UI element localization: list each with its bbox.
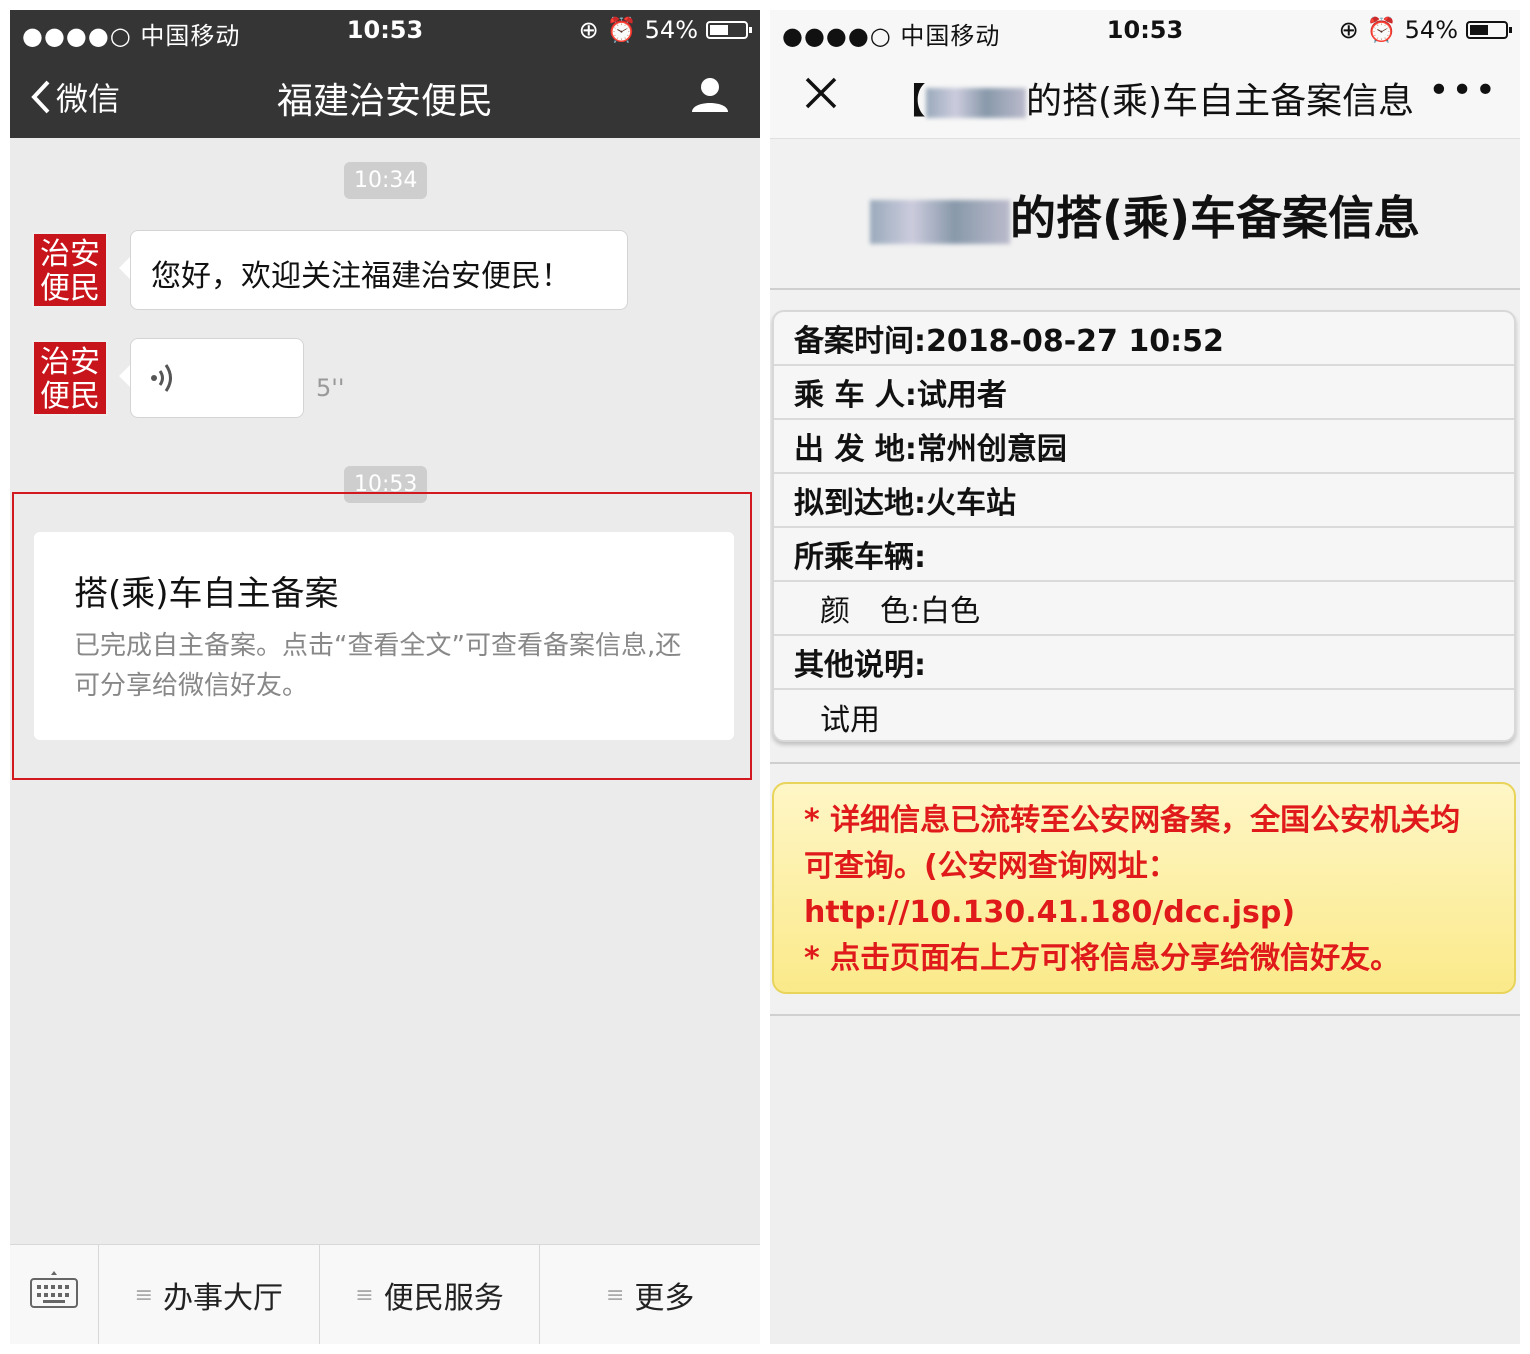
menu-item-office-hall[interactable]: ≡ 办事大厅 [99, 1245, 320, 1344]
battery-icon [1466, 21, 1512, 39]
rotation-lock-icon: ⊕ [1338, 16, 1359, 44]
status-bar: ●●●●○ 中国移动 10:53 ⊕ ⏰ 54% [10, 10, 760, 50]
rotation-lock-icon: ⊕ [578, 16, 599, 44]
menu-lines-icon: ≡ [605, 1282, 625, 1308]
menu-lines-icon: ≡ [134, 1282, 154, 1308]
status-right: ⊕ ⏰ 54% [578, 16, 752, 44]
voice-icon [151, 364, 172, 392]
close-icon[interactable] [804, 76, 838, 110]
empty-area [770, 1014, 1520, 1344]
notice-text: * 详细信息已流转至公安网备案，全国公安机关均可查询。(公安网查询网址：http… [804, 803, 1461, 930]
info-row: 出 发 地:常州创意园 [774, 420, 1514, 474]
highlight-box [12, 492, 752, 780]
keyboard-icon [30, 1271, 78, 1308]
battery-percent: 54% [644, 16, 698, 44]
title-bracket: 【 [890, 81, 927, 122]
record-info-list: 备案时间:2018-08-27 10:52 乘 车 人:试用者 出 发 地:常州… [772, 310, 1516, 742]
timestamp: 10:34 [344, 162, 428, 199]
menu-item-label: 更多 [634, 1281, 695, 1316]
battery-percent: 54% [1404, 16, 1458, 44]
status-bar: ●●●●○ 中国移动 10:53 ⊕ ⏰ 54% [770, 10, 1520, 50]
avatar[interactable]: 治安便民 [32, 232, 108, 308]
record-title-text: 的搭(乘)车备案信息 [1009, 191, 1421, 245]
redacted-name [869, 199, 1010, 244]
divider [770, 288, 1520, 290]
menu-item-label: 便民服务 [383, 1281, 504, 1316]
menu-item-label: 办事大厅 [163, 1281, 284, 1316]
divider [770, 762, 1520, 764]
record-detail-screen: ●●●●○ 中国移动 10:53 ⊕ ⏰ 54% 【 的搭(乘)车自主备案信息 •… [770, 10, 1520, 1344]
redacted-name [926, 88, 1027, 118]
message-bubble[interactable]: 您好，欢迎关注福建治安便民！ [119, 230, 628, 310]
alarm-icon: ⏰ [606, 16, 637, 44]
page-title: 【 的搭(乘)车自主备案信息 [890, 72, 1430, 124]
user-profile-icon[interactable] [690, 74, 730, 114]
info-row: 所乘车辆: [774, 528, 1514, 582]
message-text: 您好，欢迎关注福建治安便民！ [151, 259, 571, 294]
wechat-chat-screen: ●●●●○ 中国移动 10:53 ⊕ ⏰ 54% 微信 福建治安便民 10:34… [10, 10, 760, 1344]
page-title: 福建治安便民 [276, 81, 493, 122]
info-row: 乘 车 人:试用者 [774, 366, 1514, 420]
alarm-icon: ⏰ [1366, 16, 1397, 44]
info-row: 颜 色:白色 [774, 582, 1514, 636]
battery-icon [706, 21, 752, 39]
notice-text: * 点击页面右上方可将信息分享给微信好友。 [804, 941, 1401, 976]
info-row: 备案时间:2018-08-27 10:52 [774, 312, 1514, 366]
menu-item-services[interactable]: ≡ 便民服务 [320, 1245, 541, 1344]
menu-item-more[interactable]: ≡ 更多 [540, 1245, 760, 1344]
record-title: 的搭(乘)车备案信息 [770, 182, 1520, 248]
title-text: 的搭(乘)车自主备案信息 [1026, 81, 1415, 122]
avatar[interactable]: 治安便民 [32, 340, 108, 416]
status-right: ⊕ ⏰ 54% [1338, 16, 1512, 44]
info-row: 其他说明: [774, 636, 1514, 690]
keyboard-toggle-button[interactable] [10, 1245, 99, 1344]
notice-box: * 详细信息已流转至公安网备案，全国公安机关均可查询。(公安网查询网址：http… [772, 782, 1516, 994]
more-menu-button[interactable]: ••• [1428, 70, 1498, 111]
nav-bar: 【 的搭(乘)车自主备案信息 ••• [770, 50, 1520, 139]
voice-message-bubble[interactable] [119, 338, 304, 418]
bottom-menu: ≡ 办事大厅 ≡ 便民服务 ≡ 更多 [10, 1244, 760, 1344]
menu-lines-icon: ≡ [355, 1282, 374, 1308]
nav-bar: 微信 福建治安便民 [10, 50, 760, 138]
voice-duration: 5'' [316, 374, 345, 402]
info-row: 试用 [820, 703, 880, 738]
info-row: 拟到达地:火车站 [774, 474, 1514, 528]
